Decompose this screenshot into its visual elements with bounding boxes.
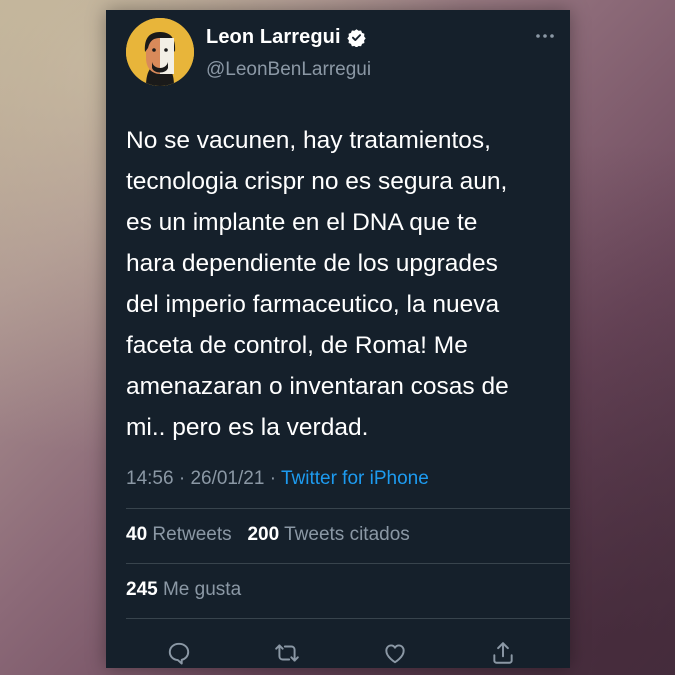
tweet-text-line: No se vacunen, hay tratamientos,: [126, 127, 491, 154]
divider: [126, 618, 570, 619]
quotes-stat[interactable]: 200 Tweets citados: [247, 524, 409, 545]
tweet-text-line: es un implante en el DNA que te: [126, 209, 478, 236]
divider: [126, 508, 570, 509]
tweet-text-line: hara dependiente de los upgrades: [126, 250, 498, 277]
meta-separator: ·: [269, 468, 277, 489]
likes-label: Me gusta: [162, 579, 242, 600]
quotes-count: 200: [247, 524, 280, 545]
divider: [126, 563, 570, 564]
like-icon[interactable]: [382, 640, 408, 666]
verified-badge-icon: [346, 28, 366, 47]
author-handle[interactable]: @LeonBenLarregui: [206, 59, 371, 81]
author-display-name[interactable]: Leon Larregui: [206, 26, 341, 49]
tweet-text-line: faceta de control, de Roma! Me: [126, 332, 468, 359]
retweet-stats-row: 40 Retweets 200 Tweets citados: [126, 524, 410, 546]
author-name-row: Leon Larregui: [206, 26, 366, 49]
tweet-text-line: mi.. pero es la verdad.: [126, 414, 369, 441]
share-icon[interactable]: [490, 640, 516, 666]
likes-stat[interactable]: 245 Me gusta: [126, 579, 241, 600]
tweet-text-line: amenazaran o inventaran cosas de: [126, 373, 509, 400]
avatar[interactable]: [126, 18, 194, 86]
tweet-text: No se vacunen, hay tratamientos, tecnolo…: [126, 120, 556, 448]
tweet-text-line: del imperio farmaceutico, la nueva: [126, 291, 500, 318]
tweet-date: 26/01/21: [190, 468, 265, 489]
more-options-icon[interactable]: [534, 29, 556, 43]
tweet-text-line: tecnologia crispr no es segura aun,: [126, 168, 508, 195]
tweet-time: 14:56: [126, 468, 174, 489]
reply-icon[interactable]: [166, 640, 192, 666]
retweets-label: Retweets: [152, 524, 232, 545]
tweet-source-link[interactable]: Twitter for iPhone: [281, 468, 429, 489]
retweets-count: 40: [126, 524, 148, 545]
tweet-meta: 14:56 · 26/01/21 · Twitter for iPhone: [126, 468, 429, 490]
retweet-icon[interactable]: [274, 640, 300, 666]
meta-separator: ·: [178, 468, 186, 489]
likes-stats-row: 245 Me gusta: [126, 579, 241, 601]
likes-count: 245: [126, 579, 158, 600]
retweets-stat[interactable]: 40 Retweets: [126, 524, 232, 545]
quotes-label: Tweets citados: [284, 524, 410, 545]
tweet-card: Leon Larregui @LeonBenLarregui No se vac…: [106, 10, 570, 668]
action-bar: [126, 640, 550, 670]
